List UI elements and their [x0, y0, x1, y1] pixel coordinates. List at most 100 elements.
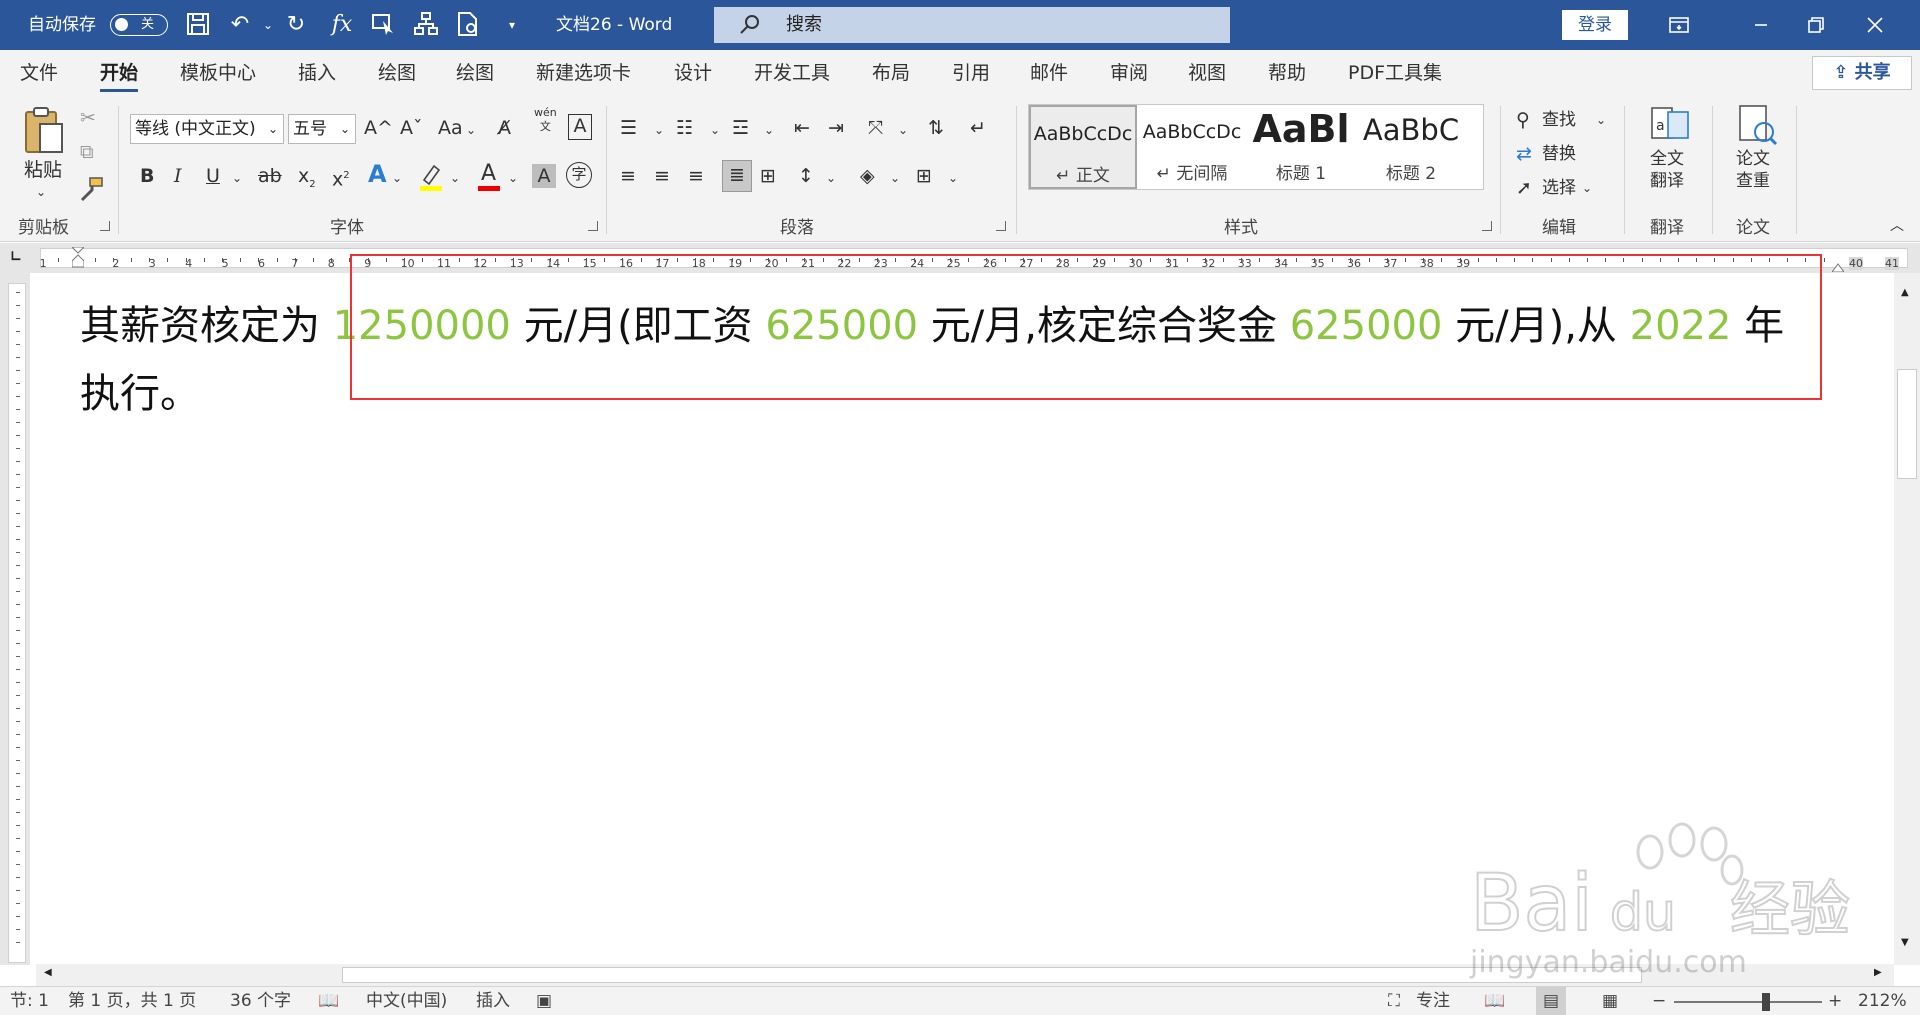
tab-help[interactable]: 帮助 [1268, 50, 1306, 96]
enclose-char-icon[interactable]: 字 [566, 162, 592, 188]
bold-icon[interactable]: B [140, 162, 154, 190]
sort-icon[interactable]: ⇅ [928, 114, 944, 142]
tab-layout[interactable]: 布局 [872, 50, 910, 96]
undo-icon[interactable]: ↶ [226, 11, 254, 39]
find-button[interactable]: ⚲ 查找 ⌄ [1516, 106, 1616, 134]
tab-insert[interactable]: 插入 [298, 50, 336, 96]
show-marks-icon[interactable]: ↵ [970, 114, 986, 142]
tab-design[interactable]: 设计 [674, 50, 712, 96]
vertical-scrollbar[interactable]: ▲ ▼ [1894, 273, 1920, 965]
tab-file[interactable]: 文件 [20, 50, 58, 96]
full-translate-button[interactable]: a 全文 翻译 [1640, 104, 1700, 204]
paragraph-launcher-icon[interactable] [996, 221, 1006, 231]
page-indicator[interactable]: 第 1 页，共 1 页 [68, 987, 196, 1015]
char-shading-icon[interactable]: A [532, 164, 556, 188]
ribbon-display-icon[interactable] [1664, 10, 1694, 40]
redo-icon[interactable]: ↻ [282, 11, 310, 39]
format-painter-icon[interactable] [78, 176, 104, 202]
tab-mailings[interactable]: 邮件 [1030, 50, 1068, 96]
scroll-left-icon[interactable]: ◀ [44, 967, 52, 978]
share-button[interactable]: ⇪ 共享 [1812, 56, 1912, 90]
decrease-indent-icon[interactable]: ⇤ [794, 114, 810, 142]
style-heading-1[interactable]: AaBl 标题 1 [1247, 105, 1355, 189]
left-indent-marker[interactable] [70, 246, 86, 269]
zoom-slider[interactable] [1674, 993, 1822, 1011]
focus-label[interactable]: 专注 [1416, 987, 1450, 1015]
scroll-down-icon[interactable]: ▼ [1901, 937, 1909, 948]
right-indent-marker[interactable] [1831, 257, 1845, 273]
read-mode-icon[interactable]: 📖 [1484, 987, 1505, 1015]
focus-icon[interactable]: ⛶ [1388, 987, 1400, 1015]
multilevel-list-icon[interactable]: ☲ [732, 114, 749, 142]
tab-review[interactable]: 审阅 [1110, 50, 1148, 96]
section-indicator[interactable]: 节: 1 [10, 987, 49, 1015]
insert-mode[interactable]: 插入 [476, 987, 510, 1015]
replace-button[interactable]: ⇄ 替换 [1516, 140, 1616, 168]
tab-template-center[interactable]: 模板中心 [180, 50, 256, 96]
underline-dropdown-icon[interactable]: ⌄ [232, 164, 242, 192]
font-color-icon[interactable]: A [476, 160, 502, 192]
distributed-icon[interactable]: ⊞ [760, 162, 776, 190]
paste-dropdown-icon[interactable]: ⌄ [36, 178, 46, 206]
justify-icon[interactable]: ≣ [722, 160, 752, 192]
copy-icon[interactable]: ⧉ [80, 138, 94, 166]
tab-pdf-tools[interactable]: PDF工具集 [1348, 50, 1442, 96]
tab-selector-icon[interactable]: ∟ [6, 249, 26, 267]
style-heading-2[interactable]: AaBbC 标题 2 [1357, 105, 1465, 189]
autosave-toggle[interactable]: 关 [110, 14, 168, 36]
bullets-icon[interactable]: ☰ [620, 114, 637, 142]
tab-home[interactable]: 开始 [100, 50, 139, 96]
scroll-thumb[interactable] [342, 967, 1642, 983]
web-layout-icon[interactable]: ▦ [1602, 987, 1618, 1015]
select-button[interactable]: ➚ 选择 ⌄ [1516, 174, 1616, 202]
text-effects-dropdown-icon[interactable]: ⌄ [392, 164, 402, 192]
scroll-thumb[interactable] [1897, 369, 1917, 479]
highlight-icon[interactable] [418, 162, 444, 192]
shading-icon[interactable]: ◈ [860, 162, 875, 190]
macro-record-icon[interactable]: ▣ [536, 987, 552, 1015]
select-object-icon[interactable] [370, 11, 398, 39]
chinese-layout-dropdown-icon[interactable]: ⌄ [898, 116, 908, 144]
scroll-right-icon[interactable]: ▶ [1874, 967, 1882, 978]
tab-draw-2[interactable]: 绘图 [456, 50, 494, 96]
highlight-dropdown-icon[interactable]: ⌄ [450, 164, 460, 192]
tab-draw[interactable]: 绘图 [378, 50, 416, 96]
tab-references[interactable]: 引用 [952, 50, 990, 96]
proofing-icon[interactable]: 📖 [318, 987, 339, 1015]
change-case-icon[interactable]: Aa [438, 114, 463, 142]
font-size-combo[interactable]: 五号 ⌄ [288, 114, 356, 144]
subscript-icon[interactable]: x2 [298, 162, 316, 199]
align-center-icon[interactable]: ≡ [654, 162, 670, 190]
login-button[interactable]: 登录 [1562, 10, 1628, 40]
multilevel-dropdown-icon[interactable]: ⌄ [764, 116, 774, 144]
cut-icon[interactable]: ✂ [80, 104, 96, 132]
tab-developer[interactable]: 开发工具 [754, 50, 830, 96]
close-icon[interactable] [1860, 10, 1890, 40]
zoom-out-icon[interactable]: − [1652, 987, 1666, 1015]
borders-dropdown-icon[interactable]: ⌄ [948, 164, 958, 192]
shrink-font-icon[interactable]: Aˇ [400, 114, 423, 142]
paste-icon[interactable] [20, 104, 68, 158]
increase-indent-icon[interactable]: ⇥ [828, 114, 844, 142]
tab-new-tab[interactable]: 新建选项卡 [536, 50, 631, 96]
collapse-ribbon-icon[interactable]: ︿ [1890, 212, 1904, 240]
font-color-dropdown-icon[interactable]: ⌄ [508, 164, 518, 192]
undo-dropdown-icon[interactable]: ⌄ [254, 11, 282, 39]
zoom-level[interactable]: 212% [1858, 987, 1907, 1015]
line-spacing-dropdown-icon[interactable]: ⌄ [826, 164, 836, 192]
grow-font-icon[interactable]: A^ [364, 114, 393, 142]
bullets-dropdown-icon[interactable]: ⌄ [654, 116, 664, 144]
case-dropdown-icon[interactable]: ⌄ [466, 116, 476, 144]
minimize-icon[interactable] [1746, 10, 1776, 40]
borders-icon[interactable]: ⊞ [916, 162, 932, 190]
numbering-icon[interactable]: ☷ [676, 114, 693, 142]
tab-view[interactable]: 视图 [1188, 50, 1226, 96]
align-left-icon[interactable]: ≡ [620, 162, 636, 190]
zoom-slider-thumb[interactable] [1762, 993, 1770, 1011]
superscript-icon[interactable]: x2 [332, 162, 350, 193]
font-launcher-icon[interactable] [588, 221, 598, 231]
scroll-up-icon[interactable]: ▲ [1901, 287, 1909, 298]
clear-format-icon[interactable]: A̸ [498, 114, 511, 142]
phonetic-guide-icon[interactable]: wén 文 [534, 106, 557, 134]
print-layout-icon[interactable]: ▤ [1536, 987, 1566, 1015]
